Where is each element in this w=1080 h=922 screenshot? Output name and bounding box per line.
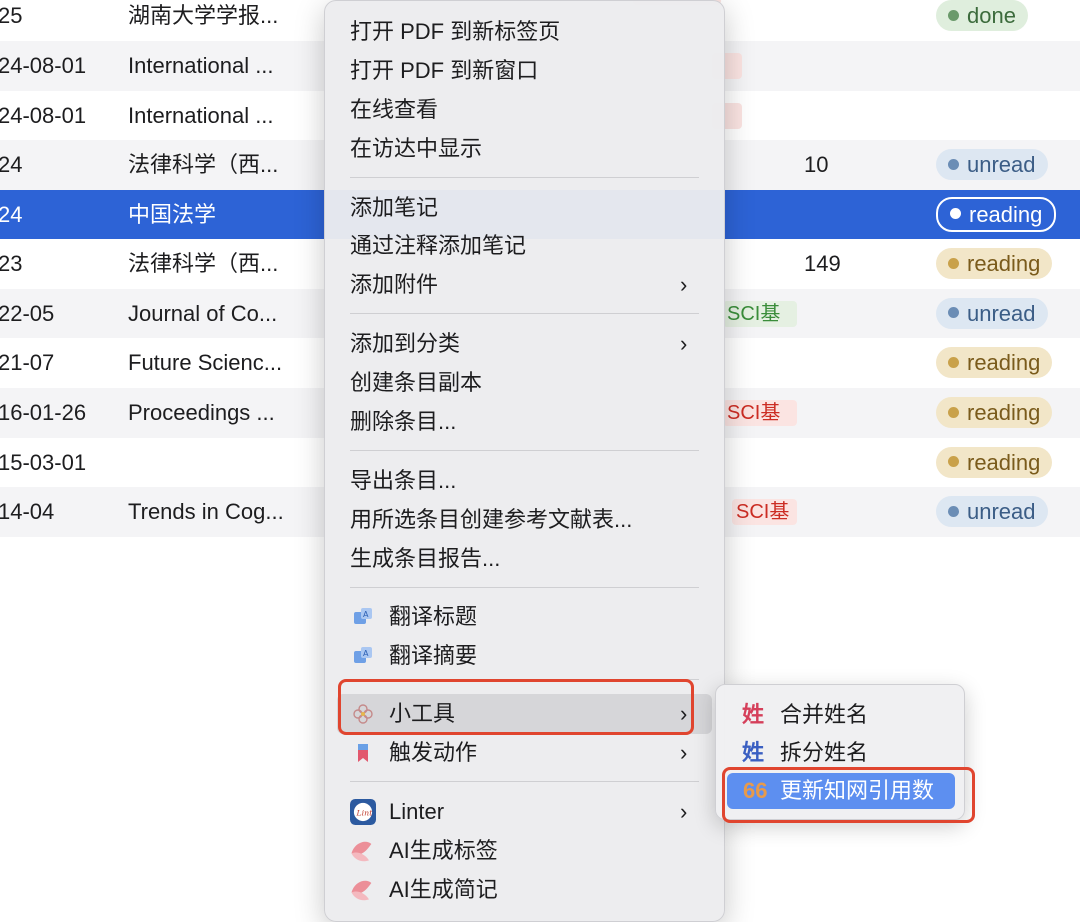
menu-separator [350, 177, 699, 178]
menu-item-export-item[interactable]: 导出条目... [350, 462, 456, 500]
menu-item-add-to-collection[interactable]: 添加到分类 › [350, 325, 699, 363]
context-menu: 打开 PDF 到新标签页 打开 PDF 到新窗口 在线查看 在访达中显示 添加笔… [324, 0, 725, 922]
status-badge[interactable]: done [936, 0, 1028, 31]
citation-count-cell: 10 [804, 152, 829, 177]
tag-chip: SCI基 [723, 400, 797, 426]
menu-item-add-note-from-annotations[interactable]: 通过注释添加笔记 [350, 227, 526, 265]
date-cell: 23 [0, 251, 23, 276]
date-cell: 24-08-01 [0, 102, 87, 128]
date-cell: 16-01-26 [0, 400, 87, 425]
name-icon: 姓 [742, 740, 765, 765]
linter-icon: Lint [350, 799, 376, 825]
date-cell: 24-08-01 [0, 53, 87, 78]
menu-separator [350, 587, 699, 588]
status-dot-icon [950, 208, 961, 220]
menu-item-duplicate-item[interactable]: 创建条目副本 [350, 364, 482, 402]
annotation-highlight-box [722, 767, 975, 823]
status-dot-icon [948, 456, 959, 468]
menu-item-add-note[interactable]: 添加笔记 [350, 189, 438, 227]
status-dot-icon [948, 257, 959, 269]
status-badge[interactable]: reading [936, 248, 1053, 279]
status-badge[interactable]: reading [936, 397, 1053, 428]
publication-cell: 湖南大学学报... [128, 3, 279, 28]
status-dot-icon [948, 406, 959, 418]
publication-cell: 法律科学（西... [128, 152, 279, 177]
menu-item-open-pdf-tab[interactable]: 打开 PDF 到新标签页 [350, 13, 560, 51]
petal-icon [351, 841, 372, 862]
menu-item-generate-report[interactable]: 生成条目报告... [350, 540, 500, 578]
status-badge[interactable]: unread [936, 496, 1048, 527]
status-dot-icon [948, 356, 959, 368]
translate-icon: A [354, 608, 372, 624]
status-badge[interactable]: reading [936, 446, 1053, 478]
svg-text:A: A [363, 649, 369, 658]
status-badge[interactable]: unread [936, 297, 1048, 329]
publication-cell: International ... [128, 53, 274, 78]
svg-text:A: A [363, 610, 369, 619]
chevron-right-icon: › [680, 331, 688, 356]
publication-cell: 法律科学（西... [128, 251, 279, 276]
menu-item-view-online[interactable]: 在线查看 [350, 91, 438, 129]
menu-item-add-attachment[interactable]: 添加附件 › [350, 266, 699, 304]
date-cell: 25 [0, 3, 23, 28]
tag-chip: SCI基 [723, 300, 797, 327]
petal-icon [351, 880, 372, 901]
chevron-right-icon: › [680, 740, 688, 765]
status-badge[interactable]: reading [936, 196, 1057, 232]
bookmark-icon [358, 744, 368, 762]
publication-cell: International ... [128, 102, 274, 128]
menu-separator [350, 781, 699, 782]
status-dot-icon [948, 158, 959, 170]
status-dot-icon [948, 307, 959, 319]
date-cell: 24 [0, 152, 23, 177]
menu-separator [350, 450, 699, 451]
date-cell: 24 [0, 201, 23, 227]
menu-item-delete-item[interactable]: 删除条目... [350, 403, 456, 441]
publication-cell: 中国法学 [128, 201, 217, 227]
date-cell: 15-03-01 [0, 449, 87, 475]
menu-item-trigger-action[interactable]: 触发动作 › [350, 734, 699, 772]
publication-cell: Future Scienc... [128, 350, 283, 375]
chevron-right-icon: › [680, 272, 688, 297]
status-badge[interactable]: unread [936, 149, 1048, 180]
status-badge[interactable]: reading [936, 347, 1053, 378]
citation-count-cell: 149 [804, 251, 841, 276]
menu-item-show-in-finder[interactable]: 在访达中显示 [350, 130, 482, 168]
annotation-highlight-box [338, 679, 694, 735]
tag-chip: SCI基 [732, 499, 797, 525]
status-dot-icon [948, 9, 959, 21]
chevron-right-icon: › [680, 799, 688, 824]
date-cell: 22-05 [0, 300, 55, 326]
menu-item-open-pdf-window[interactable]: 打开 PDF 到新窗口 [350, 52, 538, 90]
menu-item-create-bibliography[interactable]: 用所选条目创建参考文献表... [350, 501, 632, 539]
publication-cell: Trends in Cog... [128, 499, 284, 524]
name-icon: 姓 [742, 702, 765, 727]
publication-cell: Proceedings ... [128, 400, 275, 425]
date-cell: 21-07 [0, 350, 55, 375]
publication-cell: Journal of Co... [128, 300, 278, 326]
date-cell: 14-04 [0, 499, 55, 524]
translate-icon: A [354, 647, 372, 663]
status-dot-icon [948, 505, 959, 517]
menu-separator [350, 313, 699, 314]
svg-text:Lint: Lint [356, 808, 374, 817]
menu-item-linter[interactable]: Lint Linter › [350, 793, 699, 831]
